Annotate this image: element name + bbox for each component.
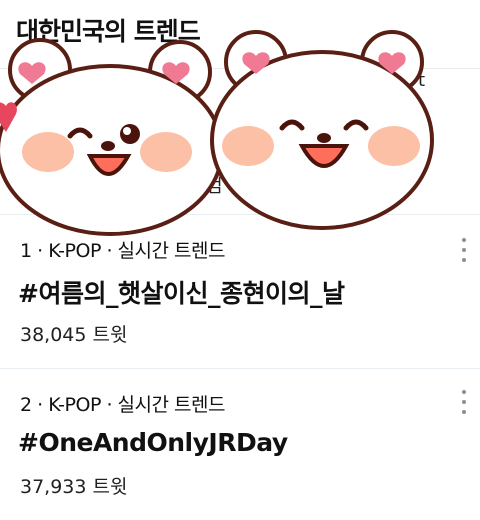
bear-sticker-icon bbox=[0, 30, 434, 236]
trend-item[interactable]: 2 · K-POP · 실시간 트렌드 #OneAndOnlyJRDay 37,… bbox=[0, 370, 480, 520]
left-bear-icon bbox=[0, 38, 224, 236]
trend-hashtag[interactable]: #OneAndOnlyJRDay bbox=[18, 428, 288, 457]
trend-hashtag[interactable]: #여름의_햇살이신_종현이의_날 bbox=[18, 274, 345, 310]
trend-tweet-count: 38,045 트윗 bbox=[20, 324, 128, 346]
trend-meta: 2 · K-POP · 실시간 트렌드 bbox=[20, 394, 225, 416]
row-divider bbox=[0, 368, 480, 369]
trend-tweet-count: 37,933 트윗 bbox=[20, 476, 128, 498]
more-options-icon[interactable] bbox=[460, 390, 468, 414]
right-bear-icon bbox=[210, 30, 434, 230]
